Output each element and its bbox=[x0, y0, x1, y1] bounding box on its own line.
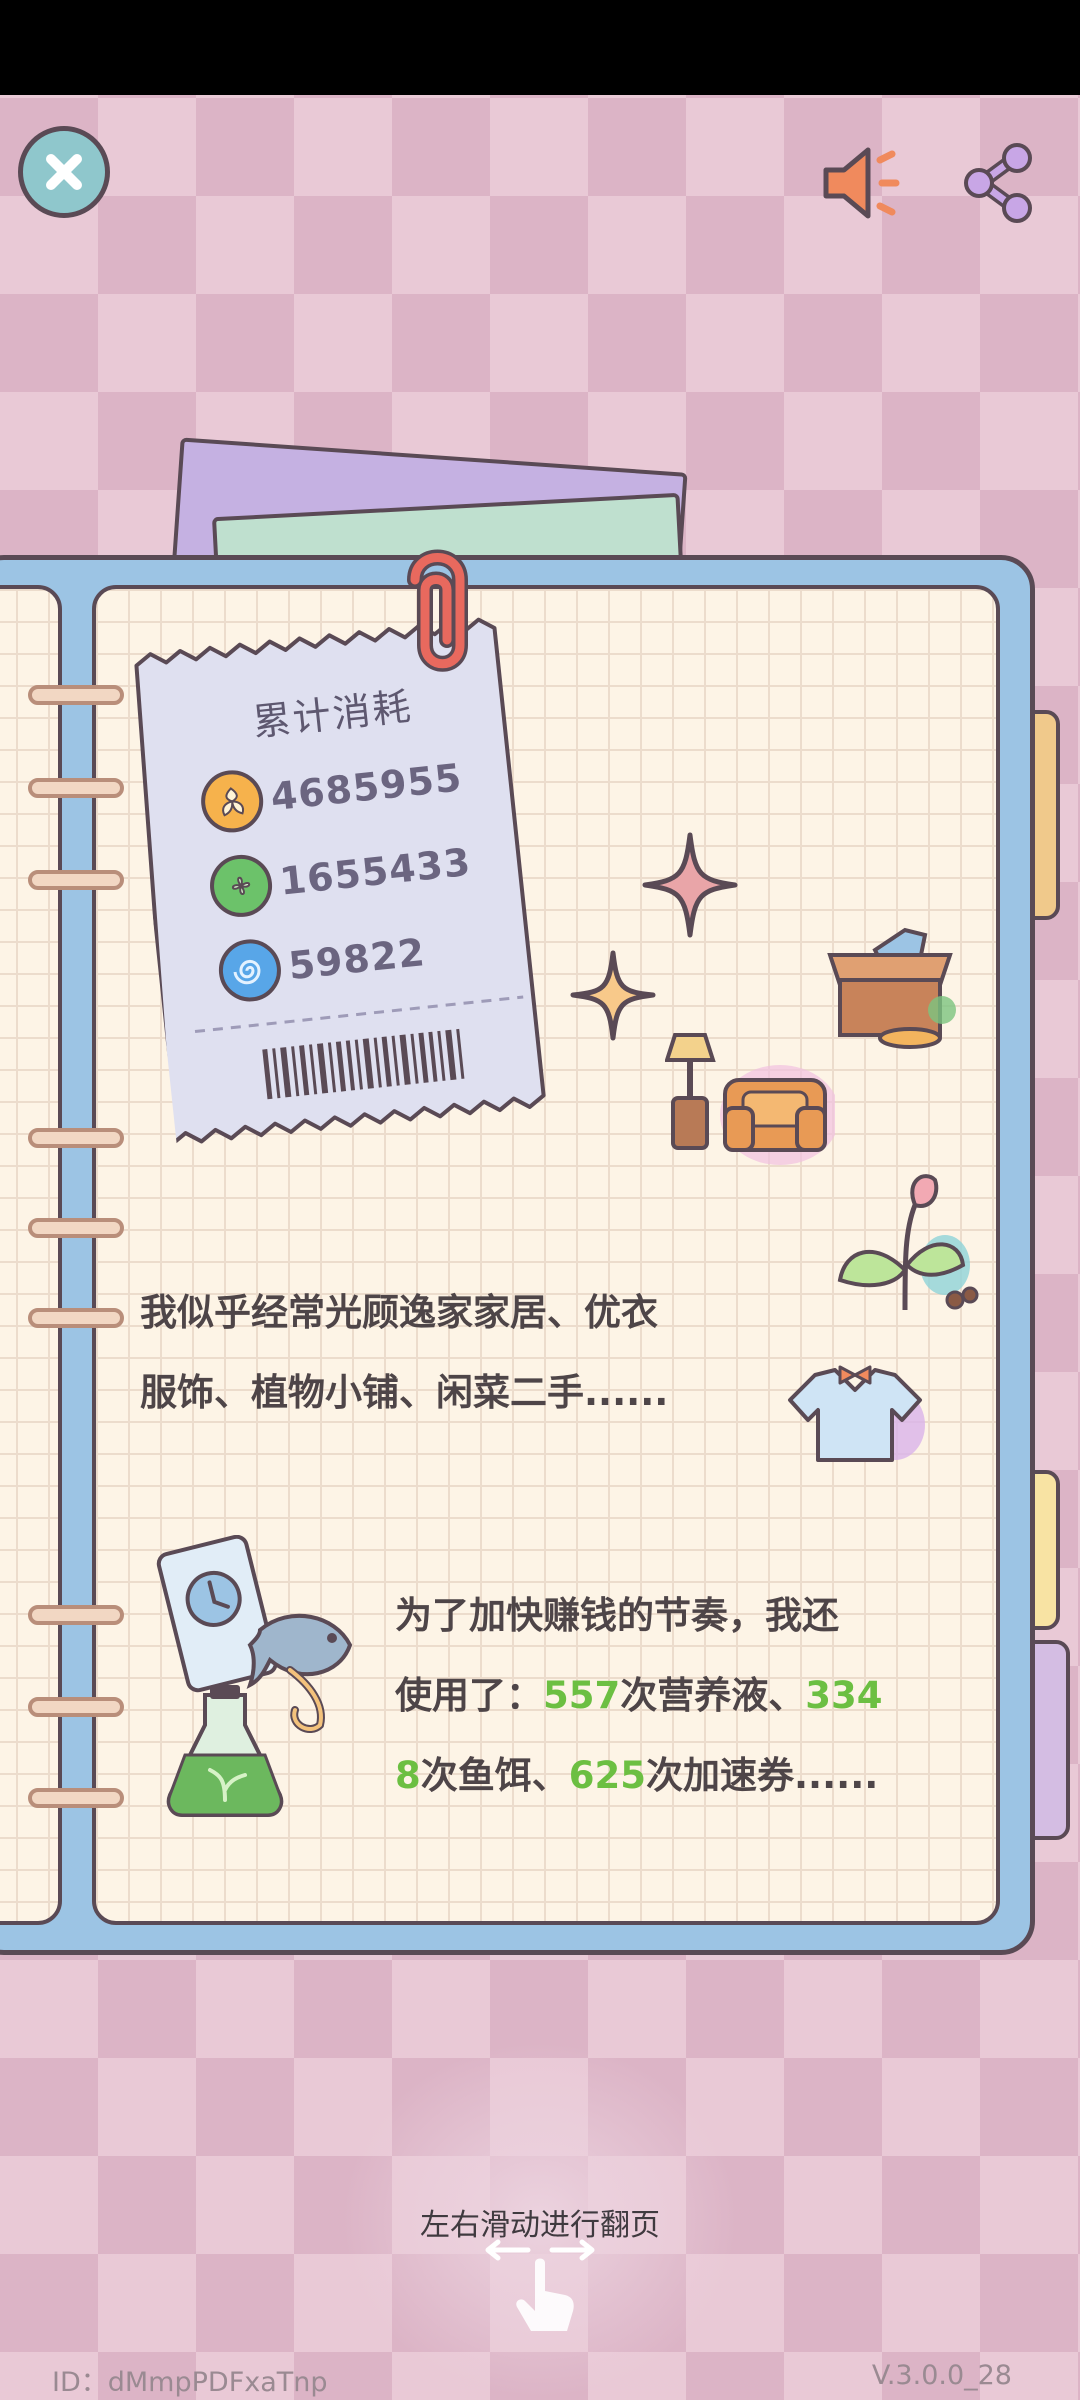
binder-ring bbox=[28, 1788, 124, 1808]
shirt-bow-icon bbox=[788, 1365, 925, 1462]
green-leaf-coin-icon bbox=[206, 851, 276, 920]
share-icon[interactable] bbox=[955, 138, 1045, 228]
hand-pointer-icon bbox=[516, 2258, 574, 2331]
paragraph-boosters-line1: 为了加快赚钱的节奏，我还 bbox=[395, 1594, 839, 1637]
binder-ring bbox=[28, 1605, 124, 1625]
binder-ring bbox=[28, 778, 124, 798]
swipe-hint-text: 左右滑动进行翻页 bbox=[420, 2208, 660, 2243]
paragraph-shops-line1: 我似乎经常光顾逸家家居、优衣 bbox=[140, 1291, 658, 1334]
close-x-icon bbox=[46, 154, 82, 190]
bait-count-part1: 334 bbox=[805, 1674, 883, 1717]
nutrient-bottle-icon bbox=[166, 1685, 284, 1817]
receipt-value-blue: 59822 bbox=[286, 930, 428, 989]
text-segment: 次营养液、 bbox=[620, 1674, 806, 1717]
receipt-value-gold: 4685955 bbox=[268, 755, 465, 820]
blue-swirl-coin-icon bbox=[215, 936, 285, 1005]
text-segment: 次鱼饵、 bbox=[420, 1754, 569, 1797]
status-bar bbox=[0, 0, 1080, 95]
paragraph-boosters-line2: 使用了：557次营养液、334 bbox=[395, 1656, 882, 1736]
sparkle-pink-icon bbox=[642, 832, 738, 938]
paragraph-boosters: 为了加快赚钱的节奏，我还 使用了：557次营养液、334 8次鱼饵、625次加速… bbox=[395, 1576, 882, 1816]
gold-coin-icon bbox=[198, 767, 267, 836]
binder-ring bbox=[28, 1128, 124, 1148]
sparkle-orange-icon bbox=[570, 950, 656, 1041]
booster-items-icon bbox=[156, 1535, 353, 1817]
close-button[interactable] bbox=[18, 126, 110, 218]
binder-ring bbox=[28, 1308, 124, 1328]
version-label: V.3.0.0_28 bbox=[871, 2360, 1012, 2391]
binder-ring bbox=[28, 1218, 124, 1238]
text-segment: 次加速券...... bbox=[645, 1754, 879, 1797]
paperclip-icon bbox=[407, 549, 468, 672]
text-segment: 使用了： bbox=[395, 1674, 543, 1717]
bait-count-part2: 8 bbox=[395, 1754, 421, 1797]
user-id-label: ID：dMmpPDFxaTnp bbox=[52, 2367, 328, 2398]
sofa-lamp-icon bbox=[665, 1033, 835, 1165]
receipt-value-green: 1655433 bbox=[277, 839, 474, 904]
speaker-icon[interactable] bbox=[818, 138, 908, 228]
consumption-receipt: 累计消耗 4685955 1655433 59822 bbox=[124, 606, 565, 1154]
nutrient-count: 557 bbox=[543, 1674, 621, 1717]
cardboard-box-icon bbox=[827, 927, 956, 1049]
binder-ring bbox=[28, 685, 124, 705]
binder-ring bbox=[28, 1697, 124, 1717]
binder-ring bbox=[28, 870, 124, 890]
fish-bait-icon bbox=[246, 1613, 353, 1733]
speed-ticket-count: 625 bbox=[568, 1754, 646, 1797]
paragraph-shops-line2: 服饰、植物小铺、闲菜二手...... bbox=[140, 1371, 669, 1414]
plant-sprout-icon bbox=[837, 1174, 979, 1311]
paragraph-boosters-line3: 8次鱼饵、625次加速券...... bbox=[395, 1736, 882, 1816]
paragraph-shops: 我似乎经常光顾逸家家居、优衣 服饰、植物小铺、闲菜二手...... bbox=[140, 1273, 668, 1433]
